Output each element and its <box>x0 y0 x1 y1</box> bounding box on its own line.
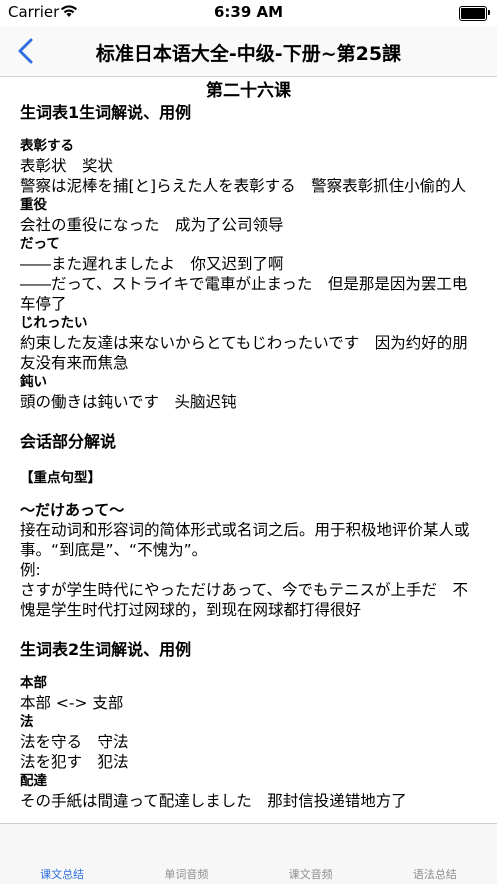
vocab-word: 鈍い <box>20 374 47 390</box>
back-button[interactable] <box>12 34 42 68</box>
vocab-example: 会社の重役になった 成为了公司领导 <box>20 216 284 234</box>
lesson-content[interactable]: 第二十六课 生词表1生词解说、用例 表彰する 表彰状 奖状 警察は泥棒を捕[と]… <box>0 77 497 823</box>
grammar-pattern: ～だけあって～ <box>20 501 125 519</box>
vocab-example: ――だって、ストライキで電車が止まった 但是那是因为罢工电车停了 <box>20 275 468 313</box>
vocab-example: ――また遅れましたよ 你又迟到了啊 <box>20 255 284 273</box>
vocab-word: 重役 <box>20 197 47 213</box>
navigation-bar: 标准日本语大全-中级-下册~第25課 <box>0 26 497 77</box>
chevron-left-icon <box>18 38 33 64</box>
tab-grammar-summary[interactable]: 语法总结 <box>373 824 497 884</box>
vocab-word: 表彰する <box>20 138 74 154</box>
vocab-example: 本部 <-> 支部 <box>20 694 124 712</box>
status-time: 6:39 AM <box>213 3 284 21</box>
grammar-example: さすが学生時代にやっただけあって、今でもテニスが上手だ 不愧是学生时代打过网球的… <box>20 581 468 619</box>
vocab-word: 配達 <box>20 773 47 789</box>
tab-lesson-summary[interactable]: 课文总结 <box>0 824 124 884</box>
vocab-example: 表彰状 奖状 <box>20 157 114 175</box>
lesson-title: 第二十六课 <box>206 81 291 101</box>
vocab-word: だって <box>20 236 60 252</box>
vocab-word: じれったい <box>20 315 88 331</box>
section-heading: 会话部分解说 <box>20 432 117 451</box>
vocab-word: 本部 <box>20 675 47 691</box>
key-pattern-heading: 【重点句型】 <box>20 470 101 486</box>
tab-word-audio[interactable]: 单词音频 <box>124 824 248 884</box>
vocab-example: その手紙は間違って配達しました 那封信投递错地方了 <box>20 792 407 810</box>
example-label: 例: <box>20 561 41 579</box>
vocab-example: 法を犯す 犯法 <box>20 753 129 771</box>
section-heading: 生词表1生词解说、用例 <box>20 103 192 122</box>
battery-icon <box>459 6 490 21</box>
vocab-word: 法 <box>20 714 34 730</box>
grammar-explanation: 接在动词和形容词的简体形式或名词之后。用于积极地评价某人或事。“到底是”、“不愧… <box>20 521 470 559</box>
status-bar: Carrier 6:39 AM <box>0 0 497 26</box>
vocab-example: 頭の働きは鈍いです 头脑迟钝 <box>20 393 237 411</box>
page-title: 标准日本语大全-中级-下册~第25課 <box>95 43 402 65</box>
tab-bar: 课文总结 单词音频 课文音频 语法总结 <box>0 823 497 884</box>
tab-lesson-audio[interactable]: 课文音频 <box>249 824 373 884</box>
vocab-example: 法を守る 守法 <box>20 733 129 751</box>
vocab-example: 約束した友達は来ないからとてもじわったいです 因为约好的朋友没有来而焦急 <box>20 334 468 372</box>
vocab-example: 警察は泥棒を捕[と]らえた人を表彰する 警察表彰抓住小偷的人 <box>20 177 467 195</box>
section-heading: 生词表2生词解说、用例 <box>20 640 192 659</box>
